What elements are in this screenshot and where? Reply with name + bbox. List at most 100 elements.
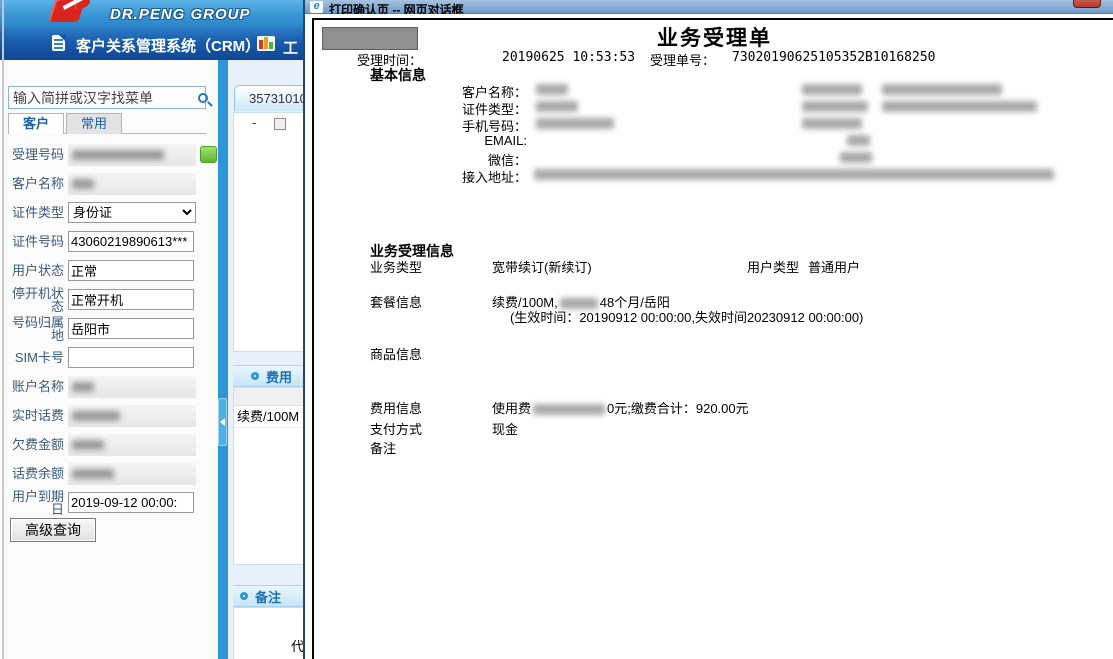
field-label: 证件号码 xyxy=(6,235,68,248)
accept-no-label: 受理单号： xyxy=(650,50,715,69)
business-type-label: 业务类型 xyxy=(370,257,422,276)
redacted-text xyxy=(533,404,605,415)
dialog-title-bar[interactable]: e 打印确认页 -- 网页对话框 xyxy=(305,0,1113,14)
drpeng-logo-icon xyxy=(52,0,104,24)
screen: DR.PENG GROUP 客户关系管理系统（CRM） 工 客户 常用 受理号码 xyxy=(0,0,1113,659)
document-icon xyxy=(52,35,65,51)
number-region-input[interactable] xyxy=(68,318,194,339)
user-status-input[interactable] xyxy=(68,260,194,281)
redacted-text xyxy=(882,84,1002,95)
system-title: 客户关系管理系统（CRM） xyxy=(76,35,260,56)
sidebar-tabs: 客户 常用 xyxy=(8,113,206,134)
field-label: 实时话费 xyxy=(6,409,68,422)
field-row-user-status: 用户状态 xyxy=(6,256,216,285)
goods-label: 商品信息 xyxy=(370,344,422,363)
advanced-search-button[interactable]: 高级查询 xyxy=(10,518,96,542)
customer-fields: 受理号码 客户名称 证件类型 身份证 证件号码 xyxy=(6,140,216,517)
redacted-value xyxy=(68,434,196,456)
ie-icon: e xyxy=(310,1,323,13)
fee-list-row[interactable]: 续费/100M xyxy=(234,406,305,428)
field-label: 受理号码 xyxy=(6,148,68,161)
field-label: 话费余额 xyxy=(6,467,68,480)
redacted-text xyxy=(840,152,872,163)
workspace-panel: - xyxy=(233,112,305,352)
splitter-strip xyxy=(218,60,228,659)
lookup-button[interactable] xyxy=(200,146,217,163)
workspace-column: 35731010 - 费用 续费/100M 备注 代 xyxy=(228,60,305,659)
user-type-label: 用户类型 xyxy=(747,257,799,276)
menu-search-box xyxy=(8,86,206,109)
workspace-tab[interactable]: 35731010 xyxy=(234,85,305,111)
package-validity: (生效时间：20190912 00:00:00,失效时间20230912 00:… xyxy=(510,307,863,326)
radio-ring-icon xyxy=(240,592,248,600)
redacted-text xyxy=(802,101,868,112)
note-panel: 代 xyxy=(233,607,305,659)
row-label: 接入地址： xyxy=(314,167,527,186)
nav-item-partial[interactable]: 工 xyxy=(283,37,298,58)
redacted-value xyxy=(68,376,196,398)
collapse-sidebar-handle[interactable] xyxy=(218,398,227,446)
cert-no-input[interactable] xyxy=(68,231,194,252)
window-frame-edge xyxy=(2,0,4,659)
fee-list-header xyxy=(234,388,305,406)
redacted-value xyxy=(68,144,196,166)
field-row-customer-name: 客户名称 xyxy=(6,169,216,198)
redacted-value xyxy=(68,405,196,427)
tab-common[interactable]: 常用 xyxy=(66,113,122,134)
fee-list-panel: 续费/100M xyxy=(233,387,305,565)
field-row-expiry: 用户到期日 xyxy=(6,488,216,517)
fee-value: 使用费0元;缴费合计：920.00元 xyxy=(492,398,749,417)
note-section-header[interactable]: 备注 xyxy=(233,585,305,607)
field-label: 欠费金额 xyxy=(6,438,68,451)
field-label: 号码归属地 xyxy=(6,316,68,342)
menu-search-input[interactable] xyxy=(9,90,198,106)
field-row-power-status: 停开机状态 xyxy=(6,285,216,314)
field-row-arrears: 欠费金额 xyxy=(6,430,216,459)
expiry-input[interactable] xyxy=(68,492,194,513)
redacted-text xyxy=(536,101,578,112)
field-row-sim: SIM卡号 xyxy=(6,343,216,372)
field-label: 用户到期日 xyxy=(6,490,68,516)
redacted-text xyxy=(536,118,614,129)
field-row-cert-no: 证件号码 xyxy=(6,227,216,256)
field-label: SIM卡号 xyxy=(6,351,68,364)
pay-label: 支付方式 xyxy=(370,419,422,438)
package-label: 套餐信息 xyxy=(370,292,422,311)
chart-icon xyxy=(257,36,275,51)
pay-value: 现金 xyxy=(492,419,518,438)
field-label: 停开机状态 xyxy=(6,287,68,313)
field-label: 证件类型 xyxy=(6,206,68,219)
redacted-text xyxy=(802,118,862,129)
accept-time-value: 20190625 10:53:53 xyxy=(502,50,635,65)
redacted-value xyxy=(68,463,196,485)
field-row-balance: 话费余额 xyxy=(6,459,216,488)
receipt-print-area: 业务受理单 受理时间： 20190625 10:53:53 受理单号： 7302… xyxy=(312,18,1113,659)
field-label: 用户状态 xyxy=(6,264,68,277)
field-row-account-name: 账户名称 xyxy=(6,372,216,401)
redacted-text xyxy=(802,84,862,95)
field-row-number-region: 号码归属地 xyxy=(6,314,216,343)
power-status-input[interactable] xyxy=(68,289,194,310)
customer-sidebar: 客户 常用 受理号码 客户名称 证件类型 身份证 xyxy=(4,60,218,659)
accept-no-value: 73020190625105352B10168250 xyxy=(732,50,936,65)
dialog-content: 业务受理单 受理时间： 20190625 10:53:53 受理单号： 7302… xyxy=(305,14,1113,659)
redacted-text xyxy=(536,84,568,95)
fee-section-header[interactable]: 费用 xyxy=(233,365,305,387)
redacted-text xyxy=(847,135,870,146)
radio-ring-icon xyxy=(251,372,259,380)
row-label: EMAIL: xyxy=(314,133,527,148)
dialog-close-button[interactable] xyxy=(1073,0,1101,8)
field-label: 账户名称 xyxy=(6,380,68,393)
business-type-value: 宽带续订(新续订) xyxy=(492,257,592,276)
tab-customer[interactable]: 客户 xyxy=(8,113,64,134)
collapse-arrow-icon xyxy=(220,418,225,426)
small-toggle-icon[interactable] xyxy=(274,118,286,130)
note-section-label: 备注 xyxy=(255,587,281,606)
redacted-value xyxy=(68,173,196,195)
user-type-value: 普通用户 xyxy=(808,257,860,276)
sim-input[interactable] xyxy=(68,347,194,368)
field-label: 客户名称 xyxy=(6,177,68,190)
cert-type-select[interactable]: 身份证 xyxy=(68,202,196,223)
print-dialog: e 打印确认页 -- 网页对话框 业务受理单 受理时间： 20190625 10… xyxy=(303,0,1113,659)
field-row-realtime-fee: 实时话费 xyxy=(6,401,216,430)
